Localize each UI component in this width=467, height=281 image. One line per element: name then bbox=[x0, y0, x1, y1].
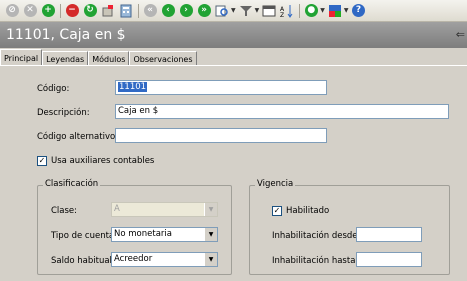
vigencia-legend: Vigencia bbox=[255, 179, 296, 189]
descripcion-label: Descripción: bbox=[37, 108, 90, 118]
saldo-habitual-label: Saldo habitual: bbox=[51, 256, 115, 266]
codigo-label: Código: bbox=[37, 84, 70, 94]
tab-divider bbox=[0, 65, 467, 66]
close-icon[interactable]: ✕ bbox=[23, 4, 37, 18]
svg-text:Z: Z bbox=[280, 12, 284, 18]
toolbar-separator bbox=[60, 3, 61, 18]
chevron-down-icon: ▼ bbox=[204, 203, 217, 216]
page-title: 11101, Caja en $ bbox=[6, 27, 126, 43]
clase-label: Clase: bbox=[51, 206, 78, 216]
chevron-down-icon[interactable]: ▼ bbox=[231, 7, 236, 14]
pin-icon[interactable]: ⇐ bbox=[456, 28, 465, 41]
toolbar-separator bbox=[138, 3, 139, 18]
tipo-cuenta-label: Tipo de cuenta: bbox=[51, 231, 117, 241]
delete-icon[interactable]: − bbox=[65, 4, 79, 18]
usa-auxiliares-checkbox[interactable]: ✓ bbox=[37, 156, 47, 166]
options-icon[interactable]: ● bbox=[304, 4, 318, 18]
first-icon[interactable]: « bbox=[143, 4, 157, 18]
tab-strip: Principal Leyendas Módulos Observaciones bbox=[0, 49, 467, 66]
toolbar: ⊘ ✕ + − ↻ « ‹ › » ▼ ▼ AZ ● ▼ ▼ ? bbox=[0, 0, 467, 22]
saldo-habitual-value: Acreedor bbox=[114, 254, 153, 264]
inhabilitacion-hasta-field[interactable] bbox=[356, 252, 422, 267]
tab-observaciones[interactable]: Observaciones bbox=[129, 51, 197, 66]
toolbar-separator bbox=[299, 3, 301, 18]
add-icon[interactable]: + bbox=[41, 4, 55, 18]
tab-leyendas[interactable]: Leyendas bbox=[42, 51, 89, 66]
descripcion-field[interactable]: Caja en $ bbox=[115, 104, 449, 119]
filter-icon[interactable] bbox=[239, 4, 253, 18]
tipo-cuenta-value: No monetaria bbox=[114, 229, 172, 239]
clase-value: A bbox=[114, 204, 120, 214]
inhabilitacion-desde-label: Inhabilitación desde: bbox=[272, 231, 361, 241]
window-title-bar: 11101, Caja en $ ⇐ bbox=[0, 22, 467, 48]
tipo-cuenta-select[interactable]: No monetaria ▼ bbox=[111, 227, 218, 242]
tab-modulos[interactable]: Módulos bbox=[88, 51, 130, 66]
sort-icon[interactable]: AZ bbox=[280, 4, 294, 18]
saldo-habitual-select[interactable]: Acreedor ▼ bbox=[111, 252, 218, 267]
habilitado-checkbox[interactable]: ✓ bbox=[272, 206, 282, 216]
clasificacion-legend: Clasificación bbox=[43, 179, 101, 189]
search-icon[interactable] bbox=[215, 4, 229, 18]
chevron-down-icon[interactable]: ▼ bbox=[344, 7, 349, 14]
calculator-icon[interactable] bbox=[119, 4, 133, 18]
clase-select: A ▼ bbox=[111, 202, 218, 217]
codigo-alternativo-field[interactable] bbox=[115, 128, 327, 143]
last-icon[interactable]: » bbox=[197, 4, 211, 18]
codigo-value: 11101 bbox=[118, 82, 148, 92]
refresh-icon[interactable]: ↻ bbox=[83, 4, 97, 18]
help-icon[interactable]: ? bbox=[352, 4, 366, 18]
tab-principal[interactable]: Principal bbox=[0, 49, 43, 66]
chevron-down-icon[interactable]: ▼ bbox=[255, 7, 260, 14]
usa-auxiliares-label: Usa auxiliares contables bbox=[51, 156, 155, 166]
clear-icon[interactable] bbox=[101, 4, 115, 18]
next-icon[interactable]: › bbox=[179, 4, 193, 18]
chevron-down-icon[interactable]: ▼ bbox=[204, 253, 217, 266]
inhabilitacion-desde-field[interactable] bbox=[356, 227, 422, 242]
inhabilitacion-hasta-label: Inhabilitación hasta: bbox=[272, 256, 359, 266]
previous-icon[interactable]: ‹ bbox=[161, 4, 175, 18]
color-icon[interactable] bbox=[328, 4, 342, 18]
view-icon[interactable] bbox=[262, 4, 276, 18]
cancel-icon[interactable]: ⊘ bbox=[5, 4, 19, 18]
habilitado-label: Habilitado bbox=[286, 206, 330, 216]
chevron-down-icon[interactable]: ▼ bbox=[320, 7, 325, 14]
codigo-field[interactable]: 11101 bbox=[115, 80, 327, 95]
codigo-alternativo-label: Código alternativo: bbox=[37, 132, 119, 142]
chevron-down-icon[interactable]: ▼ bbox=[204, 228, 217, 241]
